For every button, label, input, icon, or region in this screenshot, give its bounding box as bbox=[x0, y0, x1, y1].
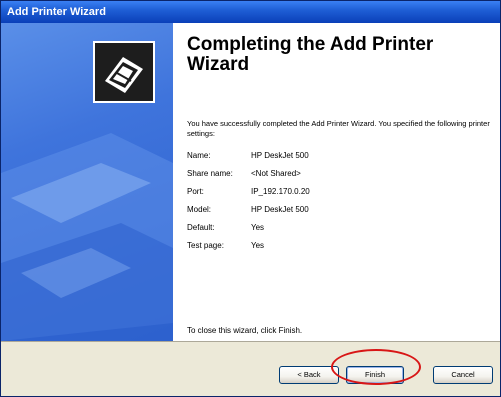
setting-label: Test page: bbox=[187, 241, 224, 250]
printer-icon bbox=[93, 41, 155, 103]
button-bar: < Back Finish Cancel bbox=[1, 341, 500, 396]
setting-value: Yes bbox=[251, 241, 265, 250]
wizard-content: Completing the Add Printer Wizard You ha… bbox=[173, 23, 500, 341]
setting-label: Port: bbox=[187, 187, 204, 196]
setting-label: Default: bbox=[187, 223, 215, 232]
setting-value: IP_192.170.0.20 bbox=[251, 187, 310, 196]
wizard-banner bbox=[1, 23, 173, 341]
setting-value: <Not Shared> bbox=[251, 169, 301, 178]
setting-value: Yes bbox=[251, 223, 265, 232]
back-button[interactable]: < Back bbox=[279, 366, 339, 384]
setting-label: Model: bbox=[187, 205, 212, 214]
setting-value: HP DeskJet 500 bbox=[251, 205, 309, 214]
intro-text: You have successfully completed the Add … bbox=[187, 119, 490, 138]
add-printer-wizard-window: Add Printer Wizard Completing the Add Pr… bbox=[0, 0, 501, 397]
close-instruction: To close this wizard, click Finish. bbox=[187, 326, 303, 335]
finish-highlight-circle bbox=[331, 349, 421, 385]
setting-label: Share name: bbox=[187, 169, 233, 178]
setting-value: HP DeskJet 500 bbox=[251, 151, 309, 160]
page-title: Completing the Add Printer Wizard bbox=[187, 34, 434, 75]
title-bar[interactable]: Add Printer Wizard bbox=[1, 1, 500, 23]
cancel-button[interactable]: Cancel bbox=[433, 366, 493, 384]
setting-label: Name: bbox=[187, 151, 211, 160]
window-title: Add Printer Wizard bbox=[7, 6, 106, 18]
